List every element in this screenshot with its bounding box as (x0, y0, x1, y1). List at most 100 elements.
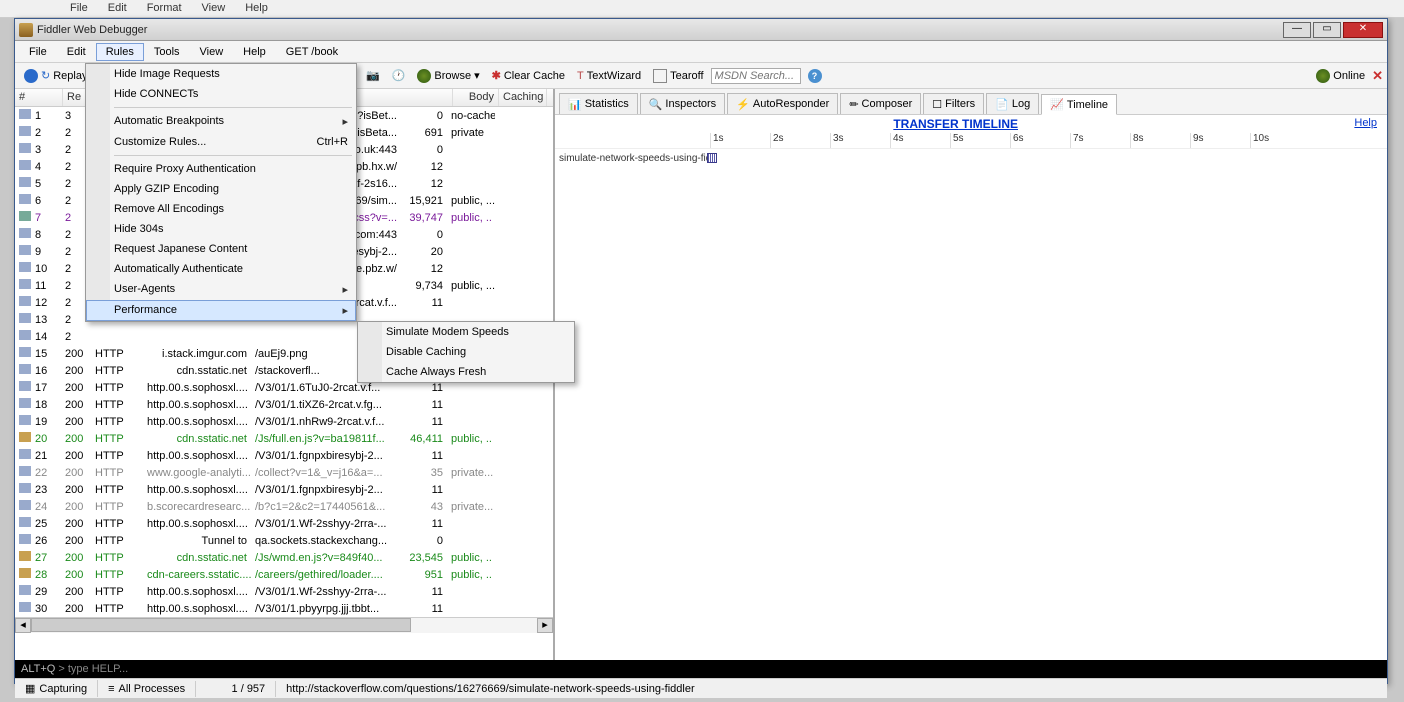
menu-rules[interactable]: Rules (96, 43, 144, 61)
menu-help[interactable]: Help (233, 43, 276, 61)
submenu-item-cache-always-fresh[interactable]: Cache Always Fresh (358, 362, 574, 382)
timeline-help-link[interactable]: Help (1354, 117, 1385, 129)
scroll-right-arrow[interactable]: ▸ (537, 618, 553, 633)
menu-item-request-japanese-content[interactable]: Request Japanese Content (86, 239, 356, 259)
rules-dropdown: Hide Image RequestsHide CONNECTs Automati… (85, 63, 357, 322)
text-wizard-button[interactable]: TTextWizard (572, 68, 646, 84)
menu-item-remove-all-encodings[interactable]: Remove All Encodings (86, 199, 356, 219)
scroll-thumb[interactable] (31, 618, 411, 632)
table-row[interactable]: 30200HTTPhttp.00.s.sophosxl..../V3/01/1.… (15, 600, 553, 617)
menubar: File Edit Rules Tools View Help GET /boo… (15, 41, 1387, 63)
tab-filters[interactable]: ☐Filters (923, 93, 984, 114)
menu-item-performance[interactable]: Performance▸ (86, 300, 356, 321)
menu-item-require-proxy-authentication[interactable]: Require Proxy Authentication (86, 159, 356, 179)
tab-composer[interactable]: ✏Composer (840, 93, 921, 114)
tab-timeline[interactable]: 📈Timeline (1041, 94, 1117, 115)
replay-button[interactable]: ↻Replay (19, 67, 92, 85)
tab-icon: 📈 (1050, 98, 1064, 111)
table-row[interactable]: 23200HTTPhttp.00.s.sophosxl..../V3/01/1.… (15, 481, 553, 498)
timeline-panel: Help TRANSFER TIMELINE 1s2s3s4s5s6s7s8s9… (555, 115, 1387, 660)
main-window: Fiddler Web Debugger — ▭ ✕ File Edit Rul… (14, 18, 1388, 684)
menu-item-hide-image-requests[interactable]: Hide Image Requests (86, 64, 356, 84)
status-capturing[interactable]: ▦Capturing (15, 680, 98, 697)
menu-item-automatically-authenticate[interactable]: Automatically Authenticate (86, 259, 356, 279)
col-caching[interactable]: Caching (499, 89, 547, 106)
tearoff-button[interactable]: Tearoff (648, 67, 708, 85)
menu-separator (114, 155, 352, 156)
timeline-bar (707, 153, 717, 163)
timeline-tick: 7s (1070, 133, 1130, 148)
outer-menu-help[interactable]: Help (235, 0, 278, 17)
menu-tools[interactable]: Tools (144, 43, 190, 61)
menu-view[interactable]: View (190, 43, 234, 61)
status-all-processes[interactable]: ≡All Processes (98, 681, 196, 697)
col-num[interactable]: # (15, 89, 63, 106)
menu-file[interactable]: File (19, 43, 57, 61)
table-row[interactable]: 24200HTTPb.scorecardresearc.../b?c1=2&c2… (15, 498, 553, 515)
statusbar: ▦Capturing ≡All Processes 1 / 957 http:/… (15, 678, 1387, 698)
outer-menu-view[interactable]: View (192, 0, 236, 17)
table-row[interactable]: 29200HTTPhttp.00.s.sophosxl..../V3/01/1.… (15, 583, 553, 600)
browse-button[interactable]: Browse ▾ (412, 67, 484, 85)
menu-item-apply-gzip-encoding[interactable]: Apply GZIP Encoding (86, 179, 356, 199)
menu-item-user-agents[interactable]: User-Agents▸ (86, 279, 356, 300)
table-row[interactable]: 20200HTTPcdn.sstatic.net/Js/full.en.js?v… (15, 430, 553, 447)
minimize-button[interactable]: — (1283, 22, 1311, 38)
tab-icon: ⚡ (736, 98, 750, 111)
tearoff-icon (653, 69, 667, 83)
close-button[interactable]: ✕ (1343, 22, 1383, 38)
table-row[interactable]: 18200HTTPhttp.00.s.sophosxl..../V3/01/1.… (15, 396, 553, 413)
close-toolbar-button[interactable]: ✕ (1372, 68, 1383, 84)
timeline-title-link[interactable]: TRANSFER TIMELINE (893, 117, 1018, 131)
timeline-tick: 6s (1010, 133, 1070, 148)
menu-edit[interactable]: Edit (57, 43, 96, 61)
browse-icon (417, 69, 431, 83)
tab-statistics[interactable]: 📊Statistics (559, 93, 638, 114)
tab-inspectors[interactable]: 🔍Inspectors (640, 93, 725, 114)
timeline-tick: 1s (710, 133, 770, 148)
window-title: Fiddler Web Debugger (37, 24, 1281, 36)
table-row[interactable]: 28200HTTPcdn-careers.sstatic..../careers… (15, 566, 553, 583)
help-icon: ? (808, 69, 822, 83)
table-row[interactable]: 22200HTTPwww.google-analyti.../collect?v… (15, 464, 553, 481)
menu-item-automatic-breakpoints[interactable]: Automatic Breakpoints▸ (86, 111, 356, 132)
table-row[interactable]: 26200HTTPTunnel toqa.sockets.stackexchan… (15, 532, 553, 549)
timeline-row: simulate-network-speeds-using-fid (555, 149, 1387, 167)
outer-menu-file[interactable]: File (60, 0, 98, 17)
menu-item-hide-s[interactable]: Hide 304s (86, 219, 356, 239)
maximize-button[interactable]: ▭ (1313, 22, 1341, 38)
submenu-item-simulate-modem-speeds[interactable]: Simulate Modem Speeds (358, 322, 574, 342)
menu-getbook[interactable]: GET /book (276, 43, 348, 61)
tab-log[interactable]: 📄Log (986, 93, 1039, 114)
capture-icon: ▦ (25, 682, 35, 695)
online-status[interactable]: Online (1311, 67, 1370, 85)
timeline-tick: 5s (950, 133, 1010, 148)
wizard-icon: T (577, 70, 584, 82)
camera-button[interactable]: 📷 (361, 67, 385, 84)
col-body[interactable]: Body (453, 89, 499, 106)
tab-icon: ✏ (849, 98, 858, 111)
clock-button[interactable]: 🕐 (387, 67, 411, 84)
quickexec-hint: > type HELP... (55, 663, 128, 675)
submenu-item-disable-caching[interactable]: Disable Caching (358, 342, 574, 362)
table-row[interactable]: 21200HTTPhttp.00.s.sophosxl..../V3/01/1.… (15, 447, 553, 464)
msdn-search-input[interactable] (711, 68, 801, 84)
tab-autoresponder[interactable]: ⚡AutoResponder (727, 93, 838, 114)
table-row[interactable]: 27200HTTPcdn.sstatic.net/Js/wmd.en.js?v=… (15, 549, 553, 566)
globe-icon (1316, 69, 1330, 83)
menu-item-hide-connects[interactable]: Hide CONNECTs (86, 84, 356, 104)
table-row[interactable]: 19200HTTPhttp.00.s.sophosxl..../V3/01/1.… (15, 413, 553, 430)
timeline-tick: 9s (1190, 133, 1250, 148)
timeline-row-label: simulate-network-speeds-using-fid (559, 153, 707, 164)
status-count: 1 / 957 (196, 681, 276, 697)
outer-menu-format[interactable]: Format (137, 0, 192, 17)
outer-menu-edit[interactable]: Edit (98, 0, 137, 17)
h-scrollbar[interactable]: ◂ ▸ (15, 617, 553, 633)
scroll-left-arrow[interactable]: ◂ (15, 618, 31, 633)
menu-item-customize-rules-[interactable]: Customize Rules...Ctrl+R (86, 132, 356, 152)
quickexec-bar[interactable]: ALT+Q > type HELP... (15, 660, 1387, 678)
clear-cache-button[interactable]: ✱Clear Cache (487, 67, 570, 84)
help-button[interactable]: ? (803, 67, 827, 85)
scroll-track[interactable] (31, 618, 537, 633)
table-row[interactable]: 25200HTTPhttp.00.s.sophosxl..../V3/01/1.… (15, 515, 553, 532)
